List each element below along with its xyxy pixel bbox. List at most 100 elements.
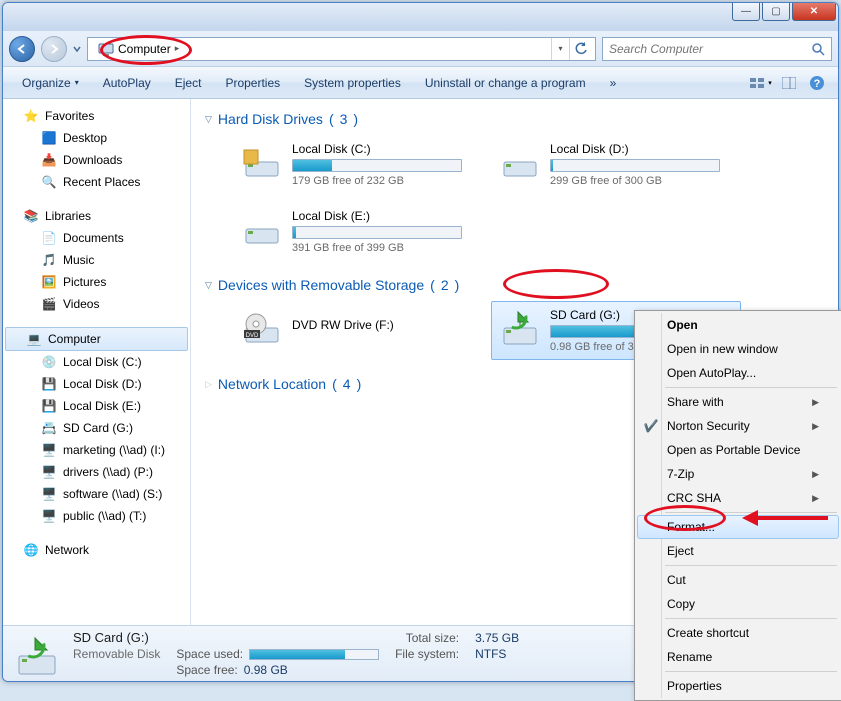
toolbar-overflow[interactable]: »: [599, 71, 628, 95]
address-dropdown[interactable]: ▾: [551, 38, 569, 60]
autoplay-button[interactable]: AutoPlay: [92, 71, 162, 95]
menu-eject[interactable]: Eject: [637, 539, 839, 563]
sidebar-item-net-marketing[interactable]: 🖥️marketing (\\ad) (I:): [3, 439, 190, 461]
nav-history-dropdown-icon[interactable]: [73, 44, 81, 54]
documents-icon: 📄: [41, 230, 57, 246]
section-removable[interactable]: ▽Devices with Removable Storage (2): [205, 273, 824, 297]
sidebar-item-recent[interactable]: 🔍Recent Places: [3, 171, 190, 193]
sidebar-item-net-software[interactable]: 🖥️software (\\ad) (S:): [3, 483, 190, 505]
system-properties-button[interactable]: System properties: [293, 71, 412, 95]
menu-create-shortcut[interactable]: Create shortcut: [637, 621, 839, 645]
menu-open[interactable]: Open: [637, 313, 839, 337]
collapse-icon: ▽: [205, 114, 212, 125]
sidebar-item-net-public[interactable]: 🖥️public (\\ad) (T:): [3, 505, 190, 527]
drive-label: DVD RW Drive (F:): [292, 318, 476, 332]
maximize-button[interactable]: ▢: [762, 3, 790, 21]
menu-crc-sha[interactable]: CRC SHA▶: [637, 486, 839, 510]
hdd-icon: [240, 209, 284, 249]
close-button[interactable]: ✕: [792, 3, 836, 21]
drive-free-text: 299 GB free of 300 GB: [550, 175, 734, 187]
computer-icon: [98, 41, 114, 57]
organize-button[interactable]: Organize ▾: [11, 71, 90, 95]
refresh-button[interactable]: [569, 38, 591, 60]
menu-share-with[interactable]: Share with▶: [637, 390, 839, 414]
context-menu: Open Open in new window Open AutoPlay...…: [634, 310, 841, 701]
sidebar-item-drive-c[interactable]: 💿Local Disk (C:): [3, 351, 190, 373]
back-button[interactable]: [9, 36, 35, 62]
sd-icon: 📇: [41, 420, 57, 436]
sidebar-item-drive-d[interactable]: 💾Local Disk (D:): [3, 373, 190, 395]
menu-rename[interactable]: Rename: [637, 645, 839, 669]
menu-open-new-window[interactable]: Open in new window: [637, 337, 839, 361]
status-fs-value: NTFS: [475, 647, 519, 661]
sd-card-icon: [13, 632, 61, 676]
menu-7zip[interactable]: 7-Zip▶: [637, 462, 839, 486]
menu-norton[interactable]: ✔️Norton Security▶: [637, 414, 839, 438]
drive-label: Local Disk (D:): [550, 142, 734, 156]
forward-button[interactable]: [41, 36, 67, 62]
drive-free-text: 179 GB free of 232 GB: [292, 175, 476, 187]
collapse-icon: ▽: [205, 280, 212, 291]
uninstall-button[interactable]: Uninstall or change a program: [414, 71, 597, 95]
drive-label: Local Disk (C:): [292, 142, 476, 156]
sidebar-computer[interactable]: 💻Computer: [5, 327, 188, 351]
sidebar-network[interactable]: 🌐Network: [3, 539, 190, 561]
properties-button[interactable]: Properties: [214, 71, 291, 95]
sidebar-item-drive-e[interactable]: 💾Local Disk (E:): [3, 395, 190, 417]
libraries-icon: 📚: [23, 208, 39, 224]
sidebar-favorites[interactable]: ⭐Favorites: [3, 105, 190, 127]
sidebar-item-music[interactable]: 🎵Music: [3, 249, 190, 271]
sidebar: ⭐Favorites 🟦Desktop 📥Downloads 🔍Recent P…: [3, 99, 191, 625]
status-free-value: 0.98 GB: [244, 663, 288, 677]
sidebar-item-sd-card[interactable]: 📇SD Card (G:): [3, 417, 190, 439]
network-icon: 🌐: [23, 542, 39, 558]
sidebar-item-documents[interactable]: 📄Documents: [3, 227, 190, 249]
toolbar: Organize ▾ AutoPlay Eject Properties Sys…: [3, 67, 838, 99]
svg-text:?: ?: [814, 78, 821, 90]
status-used-label: Space used:: [176, 647, 243, 661]
search-box[interactable]: [602, 37, 832, 61]
eject-button[interactable]: Eject: [164, 71, 213, 95]
help-button[interactable]: ?: [804, 72, 830, 94]
drive-icon: 💿: [41, 354, 57, 370]
sidebar-item-desktop[interactable]: 🟦Desktop: [3, 127, 190, 149]
hdd-icon: [498, 142, 542, 182]
sidebar-item-downloads[interactable]: 📥Downloads: [3, 149, 190, 171]
preview-pane-button[interactable]: [776, 72, 802, 94]
sidebar-libraries[interactable]: 📚Libraries: [3, 205, 190, 227]
drive-e[interactable]: Local Disk (E:)391 GB free of 399 GB: [233, 202, 483, 261]
status-title: SD Card (G:): [73, 630, 149, 645]
sidebar-item-pictures[interactable]: 🖼️Pictures: [3, 271, 190, 293]
menu-properties[interactable]: Properties: [637, 674, 839, 698]
menu-portable-device[interactable]: Open as Portable Device: [637, 438, 839, 462]
search-input[interactable]: [609, 42, 811, 56]
nav-row: Computer ▸ ▾: [3, 31, 838, 67]
recent-icon: 🔍: [41, 174, 57, 190]
sd-card-icon: [498, 308, 542, 348]
expand-icon: ▷: [205, 379, 212, 390]
desktop-icon: 🟦: [41, 130, 57, 146]
computer-icon: 💻: [26, 331, 42, 347]
breadcrumb-computer[interactable]: Computer ▸: [92, 39, 185, 59]
drive-d[interactable]: Local Disk (D:) 299 GB free of 300 GB: [491, 135, 741, 194]
drive-dvd[interactable]: DVD DVD RW Drive (F:): [233, 301, 483, 360]
sidebar-item-videos[interactable]: 🎬Videos: [3, 293, 190, 315]
videos-icon: 🎬: [41, 296, 57, 312]
norton-icon: ✔️: [643, 418, 659, 434]
drive-c[interactable]: Local Disk (C:) 179 GB free of 232 GB: [233, 135, 483, 194]
view-mode-button[interactable]: ▾: [748, 72, 774, 94]
sidebar-item-net-drivers[interactable]: 🖥️drivers (\\ad) (P:): [3, 461, 190, 483]
search-icon: [811, 42, 825, 56]
menu-copy[interactable]: Copy: [637, 592, 839, 616]
menu-cut[interactable]: Cut: [637, 568, 839, 592]
status-fs-label: File system:: [395, 647, 459, 661]
address-bar[interactable]: Computer ▸ ▾: [87, 37, 596, 61]
status-subtitle: Removable Disk: [73, 647, 160, 661]
title-bar: — ▢ ✕: [3, 3, 838, 31]
status-total-label: Total size:: [395, 631, 459, 645]
menu-format[interactable]: Format...: [637, 515, 839, 539]
status-free-label: Space free:: [176, 663, 237, 677]
minimize-button[interactable]: —: [732, 3, 760, 21]
section-hdd[interactable]: ▽Hard Disk Drives (3): [205, 107, 824, 131]
menu-open-autoplay[interactable]: Open AutoPlay...: [637, 361, 839, 385]
